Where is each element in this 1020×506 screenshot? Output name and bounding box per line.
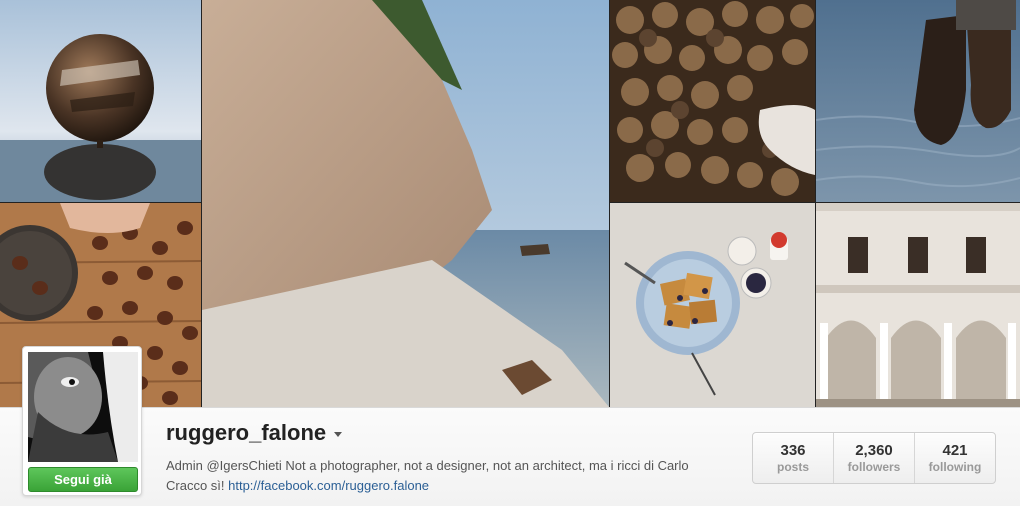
stat-posts[interactable]: 336 posts [753,433,834,483]
photo-walnuts[interactable] [610,0,815,202]
photo-waffles[interactable] [610,203,815,407]
photo-feet-over-sea[interactable] [816,0,1020,202]
username-row: ruggero_falone [166,420,343,446]
stat-following-label: following [928,460,982,474]
stat-following[interactable]: 421 following [915,433,995,483]
photo-sphere-sculpture[interactable] [0,0,201,202]
photo-cliff-beach[interactable] [202,0,609,407]
photo-mosaic [0,0,1020,407]
profile-bio: Admin @IgersChieti Not a photographer, n… [166,456,726,496]
avatar[interactable] [28,352,138,462]
profile-avatar-card: Segui già [22,346,142,496]
stat-posts-value: 336 [780,442,806,459]
stat-followers-value: 2,360 [855,442,893,459]
caret-down-icon[interactable] [334,432,343,437]
follow-button[interactable]: Segui già [28,467,138,492]
bio-link[interactable]: http://facebook.com/ruggero.falone [228,478,429,493]
stat-posts-label: posts [776,460,809,474]
profile-stats: 336 posts 2,360 followers 421 following [752,432,996,484]
photo-arches-facade[interactable] [816,203,1020,407]
stat-followers-label: followers [847,460,901,474]
stat-followers[interactable]: 2,360 followers [834,433,915,483]
stat-following-value: 421 [942,442,968,459]
username: ruggero_falone [166,420,327,445]
